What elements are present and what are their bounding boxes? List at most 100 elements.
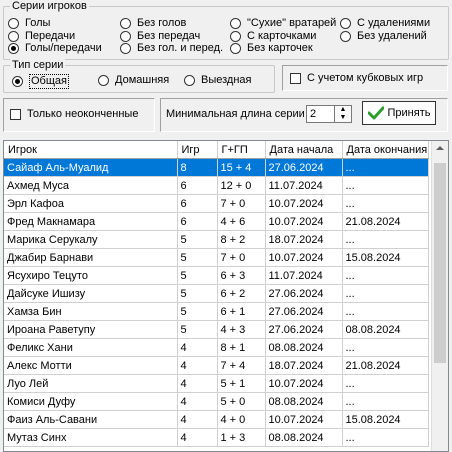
table-cell: 4 + 6 <box>217 212 266 231</box>
table-cell: ... <box>342 302 429 321</box>
col-header-games[interactable]: Игр <box>177 141 218 159</box>
table-cell: 6 <box>177 176 218 195</box>
table-cell: Ироана Раветупу <box>4 320 178 339</box>
radio-goals-assists[interactable]: Голы/передачи <box>8 42 102 55</box>
table-cell: 10.07.2024 <box>265 410 343 429</box>
col-header-start-date[interactable]: Дата начала <box>265 141 343 159</box>
radio-no-cards[interactable]: Без карточек <box>230 42 313 55</box>
scrollbar-thumb[interactable] <box>434 163 446 363</box>
table-cell: 15.08.2024 <box>342 248 429 267</box>
radio-dot <box>120 43 131 54</box>
player-series-legend: Серии игроков <box>10 0 89 13</box>
table-row[interactable]: Ироана Раветупу 5 4 + 3 27.06.2024 08.08.202… <box>4 320 429 339</box>
table-cell: Алекс Мотти <box>4 356 178 375</box>
table-cell: ... <box>342 284 429 303</box>
table-cell: 7 + 4 <box>217 356 266 375</box>
table-cell: Комиси Дуфу <box>4 392 178 411</box>
table-cell: 5 <box>177 230 218 249</box>
table-cell: Марика Серукалу <box>4 230 178 249</box>
table-row[interactable]: Луо Лей 4 5 + 1 10.07.2024... <box>4 374 429 393</box>
table-cell: Дайсуке Ишизу <box>4 284 178 303</box>
table-cell: 11.07.2024 <box>265 176 343 195</box>
radio-dot <box>230 18 241 29</box>
table-cell: 4 <box>177 410 218 429</box>
table-cell: 27.06.2024 <box>265 158 343 177</box>
table-cell: Фаиз Аль-Савани <box>4 410 178 429</box>
col-header-player[interactable]: Игрок <box>4 141 178 159</box>
table-row[interactable]: Марика Серукалу 5 8 + 2 18.07.2024... <box>4 230 429 249</box>
radio-dot <box>8 43 19 54</box>
table-cell: 6 <box>177 194 218 213</box>
radio-no-sendoffs[interactable]: Без удалений <box>340 30 427 43</box>
accept-label: Принять <box>387 107 431 119</box>
col-header-goals-assists[interactable]: Г+ГП <box>217 141 266 159</box>
radio-dot <box>340 18 351 29</box>
radio-no-goals[interactable]: Без голов <box>120 17 186 30</box>
table-cell: 5 <box>177 248 218 267</box>
radio-dot <box>8 18 19 29</box>
table-row[interactable]: Хамза Бин 5 6 + 1 27.06.2024... <box>4 302 429 321</box>
table-cell: 5 <box>177 302 218 321</box>
radio-dot <box>230 31 241 42</box>
col-header-end-date[interactable]: Дата окончания <box>342 141 429 159</box>
table-cell: 08.08.2024 <box>342 320 429 339</box>
table-cell: ... <box>342 392 429 411</box>
table-cell: 4 + 0 <box>217 410 266 429</box>
table-cell: 4 <box>177 428 218 447</box>
table-cell: Ясухиро Тецуто <box>4 266 178 285</box>
table-row[interactable]: Дайсуке Ишизу 5 6 + 2 27.06.2024... <box>4 284 429 303</box>
radio-no-goals-no-assists[interactable]: Без гол. и перед. <box>120 42 223 55</box>
table-cell: 8 + 1 <box>217 338 266 357</box>
table-cell: Фред Макнамара <box>4 212 178 231</box>
accept-button[interactable]: Принять <box>362 101 436 125</box>
table-cell: 08.08.2024 <box>265 338 343 357</box>
series-table[interactable]: Игрок Игр Г+ГП Дата начала Дата окончани… <box>3 140 449 452</box>
radio-overall[interactable]: Общая <box>12 74 69 89</box>
table-cell: ... <box>342 338 429 357</box>
table-row[interactable]: Алекс Мотти 4 7 + 4 18.07.2024 21.08.2024 <box>4 356 429 375</box>
table-cell: ... <box>342 158 429 177</box>
table-cell: Луо Лей <box>4 374 178 393</box>
radio-dot <box>340 31 351 42</box>
unfinished-checkbox[interactable]: Только неоконченные <box>10 108 138 121</box>
table-cell: 08.08.2024 <box>265 428 343 447</box>
table-cell: 6 <box>177 212 218 231</box>
table-row[interactable]: Ясухиро Тецуто 5 6 + 3 11.07.2024... <box>4 266 429 285</box>
radio-dot <box>184 75 195 86</box>
table-cell: 27.06.2024 <box>265 320 343 339</box>
scroll-up-icon[interactable] <box>436 146 444 150</box>
table-cell: 10.07.2024 <box>265 212 343 231</box>
min-length-stepper[interactable]: 2 ▲ ▼ <box>306 105 352 123</box>
table-cell: 12 + 0 <box>217 176 266 195</box>
radio-with-sendoffs[interactable]: С удалениями <box>340 17 430 30</box>
table-cell: 7 + 0 <box>217 248 266 267</box>
table-row[interactable]: Сайаф Аль-Муалид 8 15 + 4 27.06.2024... <box>4 158 429 177</box>
table-cell: 4 + 3 <box>217 320 266 339</box>
radio-clean-sheets[interactable]: "Сухие" вратарей <box>230 17 336 30</box>
table-cell: 8 + 2 <box>217 230 266 249</box>
table-row[interactable]: Ахмед Муса 6 12 + 0 11.07.2024... <box>4 176 429 195</box>
table-cell: 8 <box>177 158 218 177</box>
table-cell: Эрл Кафоа <box>4 194 178 213</box>
radio-goals[interactable]: Голы <box>8 17 50 30</box>
vertical-scrollbar[interactable] <box>431 141 448 451</box>
table-cell: 5 <box>177 266 218 285</box>
table-cell: 5 + 0 <box>217 392 266 411</box>
table-row[interactable]: Фаиз Аль-Савани 4 4 + 0 10.07.2024 15.08.202… <box>4 410 429 429</box>
table-cell: Джабир Барнави <box>4 248 178 267</box>
table-row[interactable]: Феликс Хани 4 8 + 1 08.08.2024... <box>4 338 429 357</box>
radio-home[interactable]: Домашняя <box>98 74 169 87</box>
radio-away[interactable]: Выездная <box>184 74 252 87</box>
table-row[interactable]: Мутаз Синх 4 1 + 3 08.08.2024... <box>4 428 429 447</box>
spin-arrows-icon[interactable]: ▲ ▼ <box>334 106 351 122</box>
table-row[interactable]: Эрл Кафоа 6 7 + 0 10.07.2024... <box>4 194 429 213</box>
table-cell: 15.08.2024 <box>342 410 429 429</box>
table-cell: 1 + 3 <box>217 428 266 447</box>
table-row[interactable]: Комиси Дуфу 4 5 + 0 08.08.2024... <box>4 392 429 411</box>
table-cell: 15 + 4 <box>217 158 266 177</box>
table-row[interactable]: Джабир Барнави 5 7 + 0 10.07.2024 15.08.2024 <box>4 248 429 267</box>
table-cell: 10.07.2024 <box>265 194 343 213</box>
table-cell: 10.07.2024 <box>265 248 343 267</box>
cup-games-checkbox[interactable]: С учетом кубковых игр <box>290 72 423 85</box>
table-row[interactable]: Фред Макнамара 6 4 + 6 10.07.2024 21.08.2024 <box>4 212 429 231</box>
